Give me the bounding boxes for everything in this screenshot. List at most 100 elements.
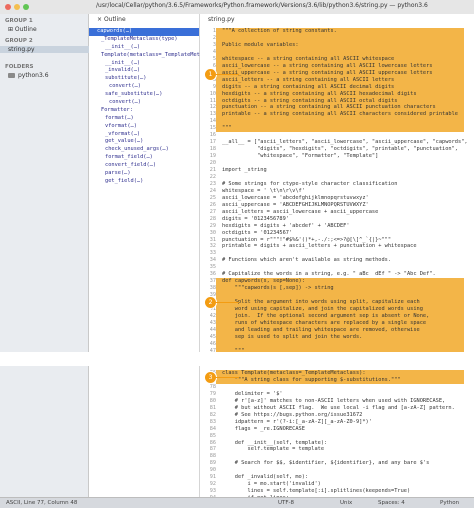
line-number: 23: [209, 180, 216, 187]
code-line[interactable]: """A collection of string constants.: [222, 28, 337, 34]
sidebar-item-outline[interactable]: ⊞ Outline: [8, 26, 37, 33]
code-line[interactable]: ascii_uppercase = 'ABCDEFGHIJKLMNOPQRSTU…: [222, 202, 369, 208]
line-number: 80: [209, 397, 216, 404]
code-line[interactable]: # but without ASCII flag. We use local -…: [222, 405, 455, 411]
outline-item[interactable]: _invalid(…): [89, 67, 199, 75]
code-line[interactable]: delimiter = '$': [222, 391, 283, 397]
outline-item[interactable]: vformat(…): [89, 123, 199, 131]
line-number: 2: [212, 34, 216, 41]
line-number: 18: [209, 146, 216, 153]
line-number: 24: [209, 187, 216, 194]
code-line[interactable]: and leading and trailing whitespace are …: [222, 327, 420, 333]
code-line[interactable]: octdigits -- a string containing all ASC…: [222, 98, 397, 104]
code-line[interactable]: "digits", "hexdigits", "octdigits", "pri…: [222, 146, 458, 152]
code-line[interactable]: # r'[a-z]' matches to non-ASCII letters …: [222, 398, 445, 404]
sidebar-item-string-py[interactable]: string.py: [0, 46, 92, 53]
minimize-window-button[interactable]: [14, 4, 20, 10]
tab-outline[interactable]: × Outline: [89, 14, 159, 27]
tab-string-py[interactable]: string.py: [200, 14, 268, 27]
code-line[interactable]: ascii_lowercase = 'abcdefghijklmnopqrstu…: [222, 195, 369, 201]
outline-item[interactable]: __init__(…): [89, 44, 199, 52]
code-line[interactable]: "whitespace", "Formatter", "Template"]: [222, 153, 378, 159]
code-line[interactable]: octdigits = '01234567': [222, 230, 292, 236]
outline-item[interactable]: substitute(…): [89, 75, 199, 83]
code-line[interactable]: __all__ = ["ascii_letters", "ascii_lower…: [222, 139, 468, 145]
code-line[interactable]: # Search for $$, $identifier, ${identifi…: [222, 460, 430, 466]
code-line[interactable]: hexdigits = digits + 'abcdef' + 'ABCDEF': [222, 223, 350, 229]
code-line[interactable]: # Functions which aren't available as st…: [222, 257, 391, 263]
sidebar: GROUP 1 ⊞ Outline GROUP 2 string.py FOLD…: [0, 14, 92, 497]
line-number: 38: [209, 285, 216, 292]
code-line[interactable]: ascii_lowercase -- a string containing a…: [222, 63, 432, 69]
code-line[interactable]: ascii_uppercase -- a string containing a…: [222, 70, 432, 76]
tab-close-icon[interactable]: ×: [97, 16, 104, 23]
line-number: 87: [209, 446, 216, 453]
code-line[interactable]: idpattern = r'(?-i:[_a-zA-Z][_a-zA-Z0-9]…: [222, 419, 372, 425]
outline-item[interactable]: Template(metaclass=_TemplateMeta…: [89, 52, 206, 60]
line-number: 17: [209, 139, 216, 146]
outline-item[interactable]: capwords(…): [89, 28, 199, 36]
code-line[interactable]: """A string class for supporting $-subst…: [222, 377, 401, 383]
editor-pane[interactable]: string.py 1 """A collection of string con…: [200, 14, 474, 501]
code-line[interactable]: Public module variables:: [222, 42, 299, 48]
code-line[interactable]: lines = self.template[:i].splitlines(kee…: [222, 488, 411, 494]
callout-badge-3: 3: [204, 371, 239, 384]
outline-item[interactable]: format_field(…): [89, 154, 199, 162]
code-line[interactable]: Split the argument into words using spli…: [222, 299, 420, 305]
sidebar-folder-python36[interactable]: python3.6: [8, 72, 49, 79]
outline-item[interactable]: convert_field(…): [89, 162, 199, 170]
code-line[interactable]: digits -- a string containing all ASCII …: [222, 84, 394, 90]
line-number: 20: [209, 160, 216, 167]
outline-item[interactable]: get_field(…): [89, 178, 199, 186]
outline-item[interactable]: parse(…): [89, 170, 199, 178]
title-bar: /usr/local/Cellar/python/3.6.5/Framework…: [0, 0, 474, 15]
code-line[interactable]: sep is used to split and join the words.: [222, 334, 363, 340]
code-line[interactable]: word using capitalize, and join the capi…: [222, 306, 423, 312]
outline-item[interactable]: _vformat(…): [89, 131, 199, 139]
code-line[interactable]: def capwords(s, sep=None):: [222, 278, 305, 284]
code-line[interactable]: class Template(metaclass=_TemplateMetacl…: [222, 370, 366, 376]
code-line[interactable]: punctuation -- a string containing all A…: [222, 104, 436, 110]
code-line[interactable]: punctuation = r"""!"#$%&'()*+,-./:;<=>?@…: [222, 237, 391, 243]
line-number: 22: [209, 173, 216, 180]
code-line[interactable]: """: [222, 125, 232, 131]
code-line[interactable]: printable -- a string containing all ASC…: [222, 111, 458, 117]
line-number: 44: [209, 326, 216, 333]
outline-item[interactable]: convert(…): [89, 99, 199, 107]
outline-item[interactable]: __init__(…): [89, 60, 199, 68]
outline-item[interactable]: safe_substitute(…): [89, 91, 199, 99]
line-number: 14: [209, 118, 216, 125]
outline-item[interactable]: format(…): [89, 115, 199, 123]
code-line[interactable]: # Capitalize the words in a string, e.g.…: [222, 271, 436, 277]
code-line[interactable]: def _invalid(self, mo):: [222, 474, 308, 480]
group2-header: GROUP 2: [5, 38, 33, 44]
code-line[interactable]: """capwords(s [,sep]) -> string: [222, 285, 334, 291]
code-line[interactable]: i = mo.start('invalid'): [222, 481, 321, 487]
code-line[interactable]: hexdigits -- a string containing all ASC…: [222, 91, 417, 97]
line-number: 1: [212, 28, 216, 34]
code-line[interactable]: import _string: [222, 167, 267, 173]
code-line[interactable]: # Some strings for ctype-style character…: [222, 181, 397, 187]
code-line[interactable]: flags = _re.IGNORECASE: [222, 426, 305, 432]
close-window-button[interactable]: [5, 4, 11, 10]
code-line[interactable]: ascii_letters -- a string containing all…: [222, 77, 394, 83]
line-number: 11: [209, 97, 216, 104]
outline-item[interactable]: _TemplateMetaclass(type): [89, 36, 199, 44]
code-line[interactable]: runs of whitespace characters are replac…: [222, 320, 426, 326]
code-line[interactable]: digits = '0123456789': [222, 216, 289, 222]
outline-item[interactable]: check_unused_args(…): [89, 146, 199, 154]
code-area[interactable]: 1 """A collection of string constants. 2 3 P…: [210, 28, 468, 501]
code-line[interactable]: printable = digits + ascii_letters + pun…: [222, 243, 417, 249]
code-line[interactable]: # See https://bugs.python.org/issue31672: [222, 412, 363, 418]
outline-item[interactable]: Formatter:: [89, 107, 199, 115]
code-line[interactable]: whitespace = ' \t\n\r\v\f': [222, 188, 305, 194]
code-line[interactable]: ascii_letters = ascii_lowercase + ascii_…: [222, 209, 378, 215]
code-line[interactable]: def __init__(self, template):: [222, 440, 328, 446]
code-line[interactable]: self.template = template: [222, 446, 325, 452]
outline-item[interactable]: convert(…): [89, 83, 199, 91]
code-line[interactable]: whitespace -- a string containing all AS…: [222, 56, 394, 62]
code-line[interactable]: join. If the optional second argument se…: [222, 313, 430, 319]
outline-item[interactable]: get_value(…): [89, 138, 199, 146]
line-number: 29: [209, 222, 216, 229]
zoom-window-button[interactable]: [23, 4, 29, 10]
